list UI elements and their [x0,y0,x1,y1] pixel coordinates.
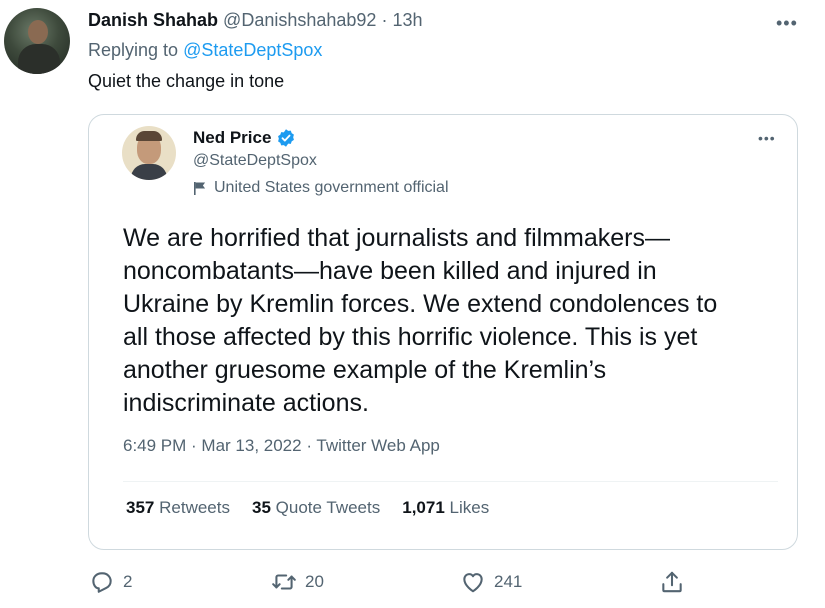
quoted-tweet-meta[interactable]: 6:49 PM · Mar 13, 2022 · Twitter Web App [123,436,440,456]
flag-icon [193,181,207,196]
verified-badge-icon [276,128,296,148]
avatar-hair [136,131,162,141]
quoted-more-icon[interactable]: ••• [758,131,776,145]
like-count: 241 [494,572,523,591]
engagement-stats: 357 Retweets 35 Quote Tweets 1,071 Likes [126,498,489,518]
replying-to: Replying to @StateDeptSpox [88,40,322,61]
quoted-author-name[interactable]: Ned Price [193,128,271,148]
official-label-text: United States government official [214,179,449,196]
share-icon[interactable] [659,569,685,595]
tweet-text: Quiet the change in tone [88,71,285,91]
body-line: indiscriminate actions. [123,389,369,417]
avatar-shirt [131,164,167,180]
author-name[interactable]: Danish Shahab [88,10,218,30]
body-line: We are horrified that journalists and fi… [123,224,670,252]
author-handle[interactable]: @Danishshahab92 [223,10,376,30]
reply-count: 2 [123,572,133,591]
quoted-author-handle[interactable]: @StateDeptSpox [193,152,317,170]
author-avatar[interactable] [4,8,70,74]
like-action[interactable]: 241 [460,569,522,595]
retweets-stat[interactable]: 357 Retweets [126,498,230,518]
body-line: another gruesome example of the Kremlin’… [123,356,607,384]
tweet-header: Danish Shahab @Danishshahab92 · 13h [88,10,423,31]
quote-tweets-stat[interactable]: 35 Quote Tweets [252,498,380,518]
replying-to-handle-link[interactable]: @StateDeptSpox [183,40,322,60]
government-official-label: United States government official [193,179,449,197]
body-line: noncombatants—have been killed and injur… [123,257,657,285]
likes-stat[interactable]: 1,071 Likes [402,498,489,518]
header-separator: · [381,10,388,30]
retweet-count: 20 [305,572,324,591]
reply-action[interactable]: 2 [89,569,132,595]
retweet-icon[interactable] [271,569,297,595]
quoted-author-name-row: Ned Price [193,128,296,148]
tweet-time[interactable]: 13h [392,10,422,30]
heart-icon[interactable] [460,569,486,595]
more-icon[interactable]: ••• [776,14,798,32]
retweet-action[interactable]: 20 [271,569,324,595]
body-line: all those affected by this horrific viol… [123,323,698,351]
stats-divider [123,481,778,482]
share-action[interactable] [659,569,685,595]
avatar-body [18,44,60,74]
body-line: Ukraine by Kremlin forces. We extend con… [123,290,718,318]
reply-icon[interactable] [89,569,115,595]
quoted-author-avatar[interactable] [122,126,176,180]
avatar-face [28,20,48,44]
replying-prefix: Replying to [88,40,179,60]
quoted-tweet-body: We are horrified that journalists and fi… [123,222,783,420]
